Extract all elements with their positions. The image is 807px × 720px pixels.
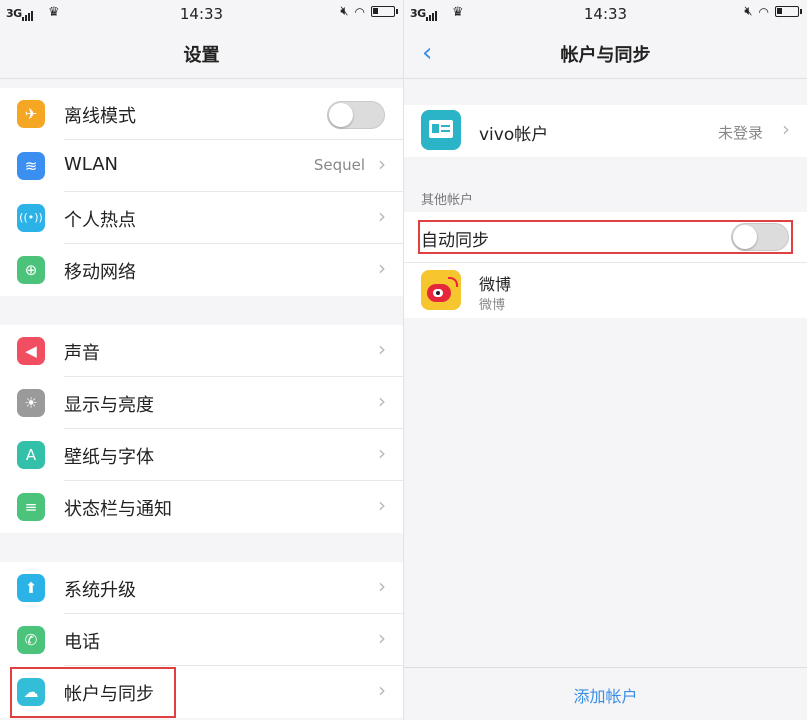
settings-item-label: 系统升级 bbox=[64, 580, 136, 601]
speaker-icon: ◀ bbox=[17, 337, 45, 365]
chevron-right-icon: › bbox=[378, 256, 386, 280]
settings-item-label: 电话 bbox=[64, 632, 100, 653]
mute-icon: 🔇︎ bbox=[744, 4, 753, 19]
brightness-icon: ☀ bbox=[17, 389, 45, 417]
section-other-accounts: 其他帐户 bbox=[421, 193, 474, 208]
hotspot-icon: ((•)) bbox=[17, 204, 45, 232]
settings-item-statusbar[interactable]: ≡ 状态栏与通知 › bbox=[0, 481, 403, 533]
battery-icon bbox=[775, 6, 802, 17]
settings-item-wallpaper[interactable]: A 壁纸与字体 › bbox=[0, 429, 403, 481]
settings-group-display: ◀ 声音 › ☀ 显示与亮度 › A 壁纸与字体 › ≡ 状态栏与通知 › bbox=[0, 325, 403, 533]
settings-item-phone[interactable]: ✆ 电话 › bbox=[0, 614, 403, 666]
globe-icon: ⊕ bbox=[17, 256, 45, 284]
settings-item-label: 状态栏与通知 bbox=[64, 499, 172, 520]
status-bar: 3G ♛ 14:33 🔇︎ ◠ bbox=[404, 0, 807, 28]
chevron-right-icon: › bbox=[378, 389, 386, 413]
chevron-right-icon: › bbox=[378, 493, 386, 517]
highlight-box-accounts bbox=[10, 667, 176, 718]
settings-item-label: WLAN bbox=[64, 154, 119, 175]
settings-item-label: 个人热点 bbox=[64, 210, 136, 231]
bottom-bar: 添加帐户 bbox=[404, 667, 807, 720]
vivo-account-row[interactable]: vivo帐户 未登录 › bbox=[404, 105, 807, 157]
settings-item-display[interactable]: ☀ 显示与亮度 › bbox=[0, 377, 403, 429]
upgrade-icon: ⬆ bbox=[17, 574, 45, 602]
phone-icon: ✆ bbox=[17, 626, 45, 654]
page-title: 设置 bbox=[183, 45, 220, 66]
mute-icon: 🔇︎ bbox=[340, 4, 349, 19]
font-icon: A bbox=[17, 441, 45, 469]
highlight-box-auto-sync bbox=[418, 220, 793, 254]
wlan-value: Sequel bbox=[313, 156, 365, 174]
login-status: 未登录 bbox=[717, 124, 763, 142]
settings-item-upgrade[interactable]: ⬆ 系统升级 › bbox=[0, 562, 403, 614]
vivo-account-label: vivo帐户 bbox=[479, 125, 549, 145]
wifi-status-icon: ◠ bbox=[758, 4, 769, 19]
settings-item-label: 壁纸与字体 bbox=[64, 447, 154, 468]
vivo-account-icon bbox=[421, 110, 461, 150]
wifi-icon: ≋ bbox=[17, 152, 45, 180]
chevron-right-icon: › bbox=[378, 441, 386, 465]
add-account-button[interactable]: 添加帐户 bbox=[404, 683, 807, 707]
settings-item-sound[interactable]: ◀ 声音 › bbox=[0, 325, 403, 377]
settings-item-label: 声音 bbox=[64, 343, 100, 364]
weibo-subtitle: 微博 bbox=[479, 298, 506, 313]
nav-bar: ‹ 帐户与同步 bbox=[404, 28, 807, 79]
settings-item-mobile-network[interactable]: ⊕ 移动网络 › bbox=[0, 244, 403, 296]
airplane-toggle[interactable] bbox=[327, 101, 385, 129]
chevron-right-icon: › bbox=[378, 204, 386, 228]
weibo-account-row[interactable]: 微博 微博 bbox=[404, 262, 807, 318]
settings-item-label: 移动网络 bbox=[64, 262, 136, 283]
settings-item-hotspot[interactable]: ((•)) 个人热点 › bbox=[0, 192, 403, 244]
settings-item-airplane[interactable]: ✈ 离线模式 bbox=[0, 88, 403, 140]
settings-item-wlan[interactable]: ≋ WLAN Sequel › bbox=[0, 140, 403, 192]
chevron-right-icon: › bbox=[378, 626, 386, 650]
settings-item-label: 显示与亮度 bbox=[64, 395, 154, 416]
chevron-right-icon: › bbox=[378, 337, 386, 361]
settings-screen: 3G ♛ 14:33 🔇︎ ◠ 设置 ✈ 离线模式 ≋ WLAN Sequel … bbox=[0, 0, 403, 720]
accounts-sync-screen: 3G ♛ 14:33 🔇︎ ◠ ‹ 帐户与同步 vivo帐户 未登录 › 其他帐… bbox=[404, 0, 807, 720]
settings-item-label: 离线模式 bbox=[64, 106, 136, 127]
page-title: 帐户与同步 bbox=[560, 45, 651, 66]
airplane-icon: ✈ bbox=[17, 100, 45, 128]
chevron-right-icon: › bbox=[782, 117, 790, 141]
status-bar: 3G ♛ 14:33 🔇︎ ◠ bbox=[0, 0, 403, 28]
wifi-status-icon: ◠ bbox=[354, 4, 365, 19]
chevron-right-icon: › bbox=[378, 678, 386, 702]
chevron-right-icon: › bbox=[378, 152, 386, 176]
chevron-right-icon: › bbox=[378, 574, 386, 598]
battery-icon bbox=[371, 6, 398, 17]
weibo-name: 微博 bbox=[479, 275, 512, 294]
weibo-icon bbox=[421, 270, 461, 310]
nav-bar: 设置 bbox=[0, 28, 403, 79]
settings-group-network: ✈ 离线模式 ≋ WLAN Sequel › ((•)) 个人热点 › ⊕ 移动… bbox=[0, 88, 403, 296]
list-icon: ≡ bbox=[17, 493, 45, 521]
